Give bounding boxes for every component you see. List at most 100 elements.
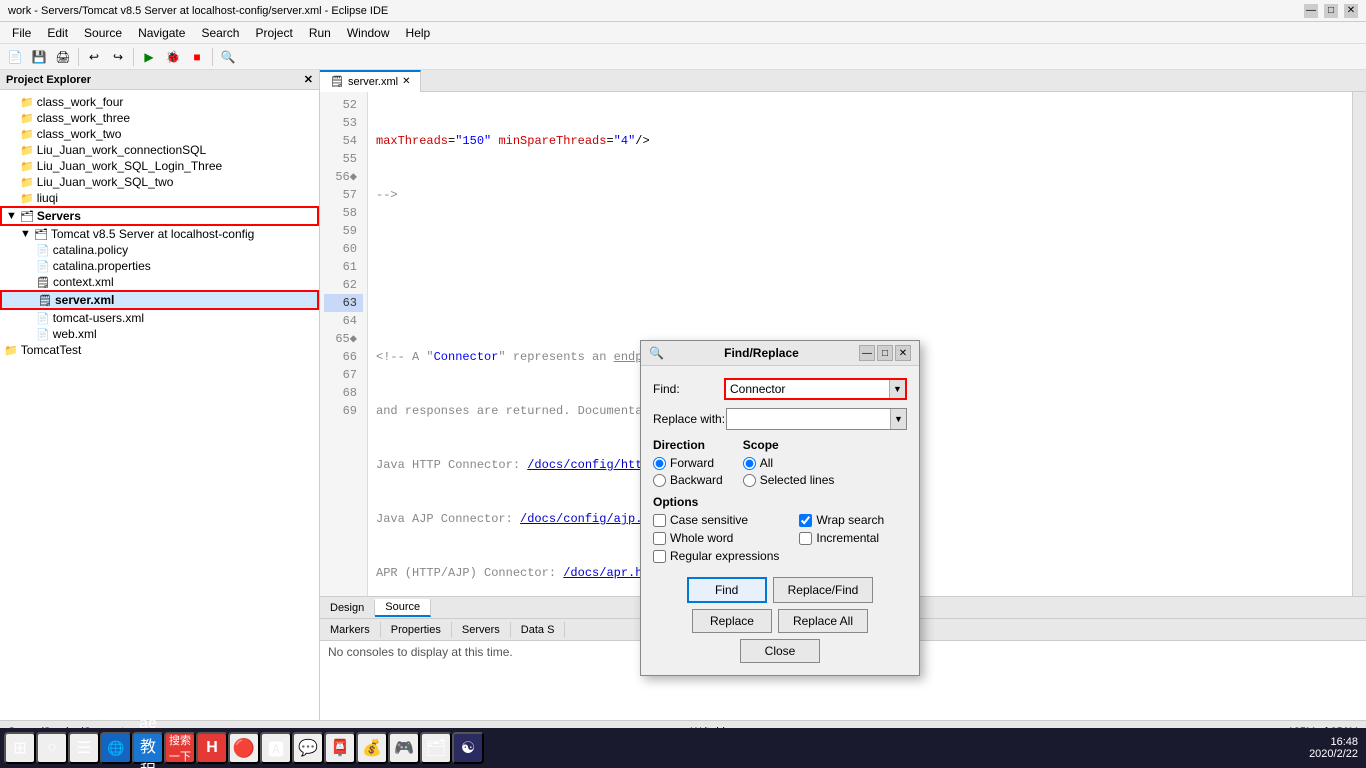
tree-item-tomcat-test[interactable]: 📁 TomcatTest: [0, 342, 319, 358]
replace-dropdown-button[interactable]: ▼: [890, 409, 906, 429]
taskbar-icon10[interactable]: 🗂: [420, 732, 452, 764]
find-button[interactable]: Find: [687, 577, 767, 603]
line-num-67: 67: [324, 366, 363, 384]
wrap-search-checkbox[interactable]: [799, 514, 812, 527]
menu-source[interactable]: Source: [76, 24, 130, 42]
menu-window[interactable]: Window: [339, 24, 398, 42]
selected-lines-label: Selected lines: [760, 473, 835, 487]
taskbar-search-btn[interactable]: 搜索一下: [164, 732, 196, 764]
tab-servers[interactable]: Servers: [452, 622, 511, 638]
task-view-button[interactable]: ○: [36, 732, 68, 764]
tab-properties[interactable]: Properties: [381, 622, 452, 638]
file-icon: 📄: [36, 244, 50, 257]
tree-item-catalina-policy[interactable]: 📄 catalina.policy: [0, 242, 319, 258]
replace-row: Replace with: ▼: [653, 408, 907, 430]
whole-word-checkbox[interactable]: [653, 532, 666, 545]
tree-item-catalina-properties[interactable]: 📄 catalina.properties: [0, 258, 319, 274]
close-button[interactable]: ✕: [1344, 4, 1358, 18]
project-tree: 📁 class_work_four 📁 class_work_three 📁 c…: [0, 90, 319, 720]
find-input[interactable]: [726, 380, 889, 398]
line-num-52: 52: [324, 96, 363, 114]
maximize-button[interactable]: □: [1324, 4, 1338, 18]
redo-button[interactable]: ↪: [107, 46, 129, 68]
menu-file[interactable]: File: [4, 24, 39, 42]
all-radio-row: All: [743, 456, 835, 470]
stop-button[interactable]: ■: [186, 46, 208, 68]
tree-item-liu-login[interactable]: 📁 Liu_Juan_work_SQL_Login_Three: [0, 158, 319, 174]
taskbar-h-btn[interactable]: H: [196, 732, 228, 764]
tree-item-tomcat-users[interactable]: 📄 tomcat-users.xml: [0, 310, 319, 326]
project-icon: 📁: [4, 344, 18, 357]
replace-input[interactable]: [727, 410, 890, 428]
dialog-close[interactable]: ✕: [895, 345, 911, 361]
tab-data-sources[interactable]: Data S: [511, 622, 566, 638]
undo-button[interactable]: ↩: [83, 46, 105, 68]
replace-button[interactable]: Replace: [692, 609, 772, 633]
tree-item-liu-connection[interactable]: 📁 Liu_Juan_work_connectionSQL: [0, 142, 319, 158]
taskbar-icon7[interactable]: 📮: [324, 732, 356, 764]
case-sensitive-checkbox[interactable]: [653, 514, 666, 527]
tree-item-context-xml[interactable]: 🗒 context.xml: [0, 274, 319, 290]
tree-item-server-xml[interactable]: 🗒 server.xml: [0, 290, 319, 310]
dialog-minimize[interactable]: —: [859, 345, 875, 361]
close-dialog-button[interactable]: Close: [740, 639, 820, 663]
tree-item-class-work-four[interactable]: 📁 class_work_four: [0, 94, 319, 110]
find-replace-dialog[interactable]: 🔍 Find/Replace — □ ✕ Find: ▼ Replace wit…: [640, 340, 920, 676]
incremental-checkbox[interactable]: [799, 532, 812, 545]
tree-item-servers[interactable]: ▼ 🗂 Servers: [0, 206, 319, 226]
debug-button[interactable]: 🐞: [162, 46, 184, 68]
new-button[interactable]: 📄: [4, 46, 26, 68]
menu-project[interactable]: Project: [247, 24, 300, 42]
taskbar-ae-button[interactable]: ae教程: [132, 732, 164, 764]
direction-title: Direction: [653, 438, 723, 452]
menu-help[interactable]: Help: [398, 24, 439, 42]
save-button[interactable]: 💾: [28, 46, 50, 68]
taskbar-icon9[interactable]: 🎮: [388, 732, 420, 764]
menu-navigate[interactable]: Navigate: [130, 24, 193, 42]
print-button[interactable]: 🖨: [52, 46, 74, 68]
tab-server-xml[interactable]: 🗒 server.xml ✕: [320, 70, 421, 92]
xml-icon: 🗒: [38, 294, 52, 307]
line-num-68: 68: [324, 384, 363, 402]
sidebar-close[interactable]: ✕: [304, 73, 313, 86]
menu-run[interactable]: Run: [301, 24, 339, 42]
arrow-down-icon: ▼: [20, 228, 31, 240]
line-num-61: 61: [324, 258, 363, 276]
tab-source[interactable]: Source: [375, 599, 431, 617]
taskbar-icon8[interactable]: 💰: [356, 732, 388, 764]
replace-all-button[interactable]: Replace All: [778, 609, 868, 633]
menu-edit[interactable]: Edit: [39, 24, 76, 42]
tab-design[interactable]: Design: [320, 600, 375, 616]
search-button[interactable]: 🔍: [217, 46, 239, 68]
backward-radio[interactable]: [653, 474, 666, 487]
dialog-maximize[interactable]: □: [877, 345, 893, 361]
regular-expressions-checkbox[interactable]: [653, 550, 666, 563]
selected-lines-radio-row: Selected lines: [743, 473, 835, 487]
minimize-button[interactable]: —: [1304, 4, 1318, 18]
find-dropdown-button[interactable]: ▼: [889, 380, 905, 398]
file-icon: 📄: [36, 312, 50, 325]
tree-item-class-work-three[interactable]: 📁 class_work_three: [0, 110, 319, 126]
replace-find-button[interactable]: Replace/Find: [773, 577, 874, 603]
taskbar-eclipse-btn[interactable]: ☯: [452, 732, 484, 764]
run-button[interactable]: ▶: [138, 46, 160, 68]
taskbar-icon5[interactable]: 🅰: [260, 732, 292, 764]
taskbar-ie-button[interactable]: 🌐: [100, 732, 132, 764]
tree-item-liu-sql-two[interactable]: 📁 Liu_Juan_work_SQL_two: [0, 174, 319, 190]
tab-markers[interactable]: Markers: [320, 622, 381, 638]
tree-item-liuqi[interactable]: 📁 liuqi: [0, 190, 319, 206]
tab-close-button[interactable]: ✕: [402, 76, 410, 87]
all-radio[interactable]: [743, 457, 756, 470]
tree-item-web-xml[interactable]: 📄 web.xml: [0, 326, 319, 342]
selected-lines-radio[interactable]: [743, 474, 756, 487]
tree-item-class-work-two[interactable]: 📁 class_work_two: [0, 126, 319, 142]
forward-radio[interactable]: [653, 457, 666, 470]
taskbar-taskview[interactable]: ☰: [68, 732, 100, 764]
windows-start-button[interactable]: ⊞: [4, 732, 36, 764]
tree-item-tomcat-config[interactable]: ▼ 🗂 Tomcat v8.5 Server at localhost-conf…: [0, 226, 319, 242]
dialog-body: Find: ▼ Replace with: ▼ Direction: [641, 366, 919, 675]
menu-search[interactable]: Search: [193, 24, 247, 42]
taskbar-chrome-btn[interactable]: 🔴: [228, 732, 260, 764]
taskbar-icon6[interactable]: 💬: [292, 732, 324, 764]
line-num-56: 56◆: [324, 168, 363, 186]
